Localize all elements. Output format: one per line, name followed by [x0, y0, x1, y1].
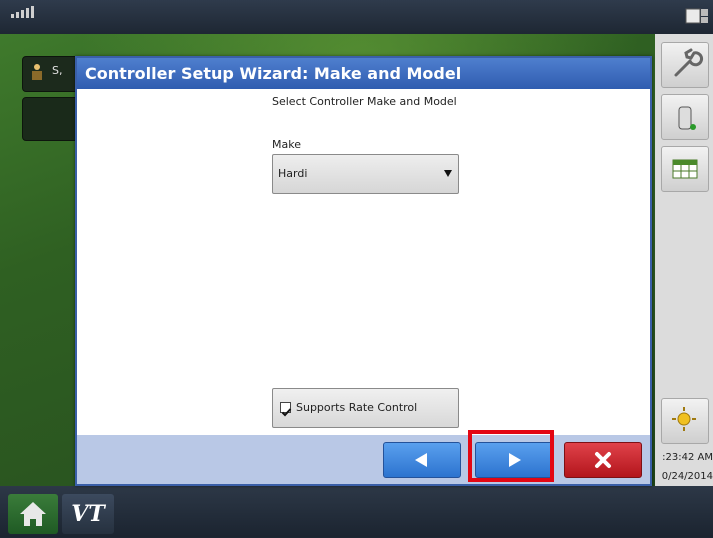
virtual-terminal-button[interactable]: VT	[62, 494, 114, 534]
table-icon	[672, 159, 698, 179]
checkbox[interactable]	[280, 402, 292, 417]
dialog-footer	[77, 435, 650, 484]
clock-time: :23:42 AM	[662, 452, 713, 463]
brightness-button[interactable]	[661, 398, 709, 444]
dropdown-arrow-icon	[444, 170, 452, 177]
right-sidebar: :23:42 AM 0/24/2014	[655, 34, 713, 486]
dialog-title: Controller Setup Wizard: Make and Model	[77, 58, 650, 89]
close-icon	[595, 452, 611, 468]
operator-icon	[30, 63, 44, 81]
gps-signal-icon	[10, 5, 38, 19]
top-status-bar	[0, 0, 713, 34]
data-table-button[interactable]	[661, 146, 709, 192]
home-icon	[20, 502, 46, 526]
home-button[interactable]	[8, 494, 58, 534]
dialog-subtitle: Select Controller Make and Model	[272, 95, 457, 108]
checkmark-icon	[281, 408, 292, 417]
product-bag-icon	[678, 106, 696, 130]
make-label: Make	[272, 138, 301, 151]
supports-rate-control-checkbox[interactable]: Supports Rate Control	[272, 388, 459, 428]
display-mode-icon[interactable]	[685, 7, 709, 27]
controller-setup-dialog: Controller Setup Wizard: Make and Model …	[75, 56, 652, 486]
product-button[interactable]	[661, 94, 709, 140]
settings-button[interactable]	[661, 42, 709, 88]
background-tab-label: S,	[52, 64, 63, 77]
cancel-button[interactable]	[564, 442, 642, 478]
make-dropdown[interactable]: Hardi	[272, 154, 459, 194]
make-dropdown-value: Hardi	[278, 167, 308, 180]
left-arrow-icon	[415, 453, 427, 467]
wrench-icon	[674, 48, 704, 77]
brightness-icon	[672, 407, 696, 431]
next-button-highlight	[468, 430, 554, 482]
back-button[interactable]	[383, 442, 461, 478]
clock-date: 0/24/2014	[661, 471, 713, 482]
supports-rate-control-label: Supports Rate Control	[296, 401, 418, 414]
